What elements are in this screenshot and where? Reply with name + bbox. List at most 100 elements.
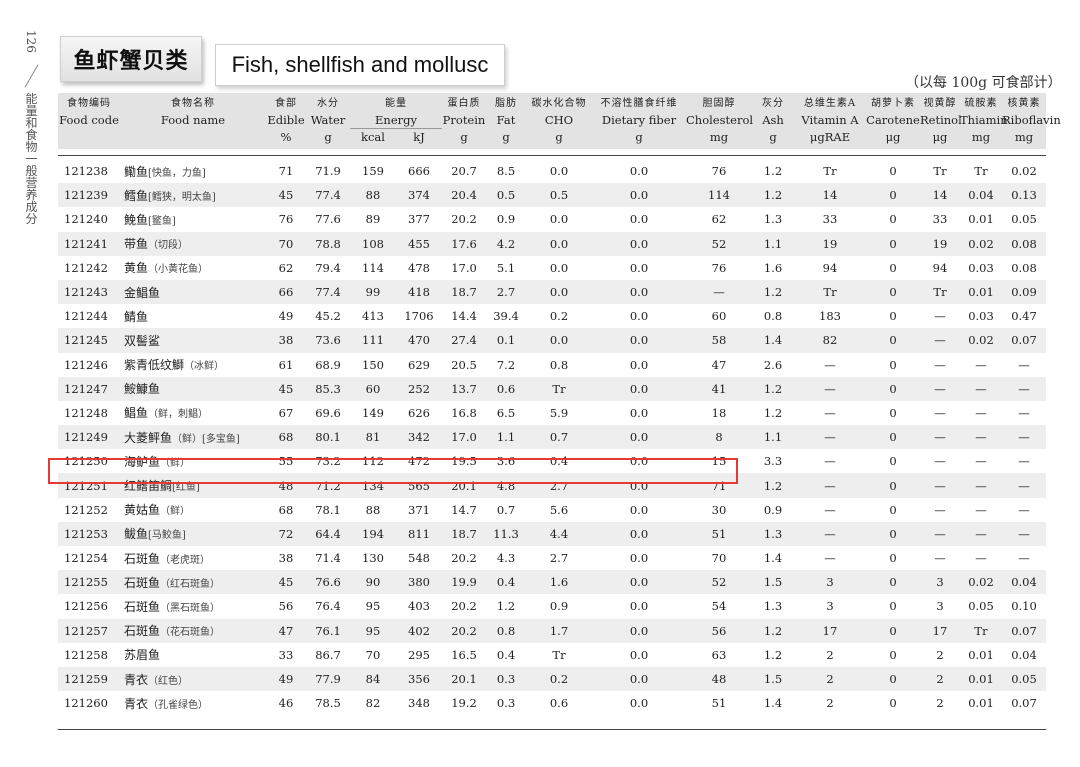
food-name-alias: （花石斑鱼） [160, 627, 221, 639]
cell-fat: 0.1 [486, 328, 526, 353]
th-cn-retinol: 视黄醇 [920, 93, 960, 112]
food-name-alias: （老虎斑） [160, 554, 211, 566]
cell-retinol: — [934, 405, 946, 420]
cell-water: 78.8 [306, 231, 350, 256]
food-name-text: 黄鱼 [124, 261, 149, 276]
cell-fiber: 0.0 [592, 425, 686, 450]
cell-kj: 380 [396, 570, 442, 595]
food-name-text: 双髻鲨 [124, 333, 161, 348]
cell-fat: 4.2 [486, 231, 526, 256]
cell-edible: 61 [278, 357, 294, 372]
cell-protein: 19.2 [451, 696, 477, 711]
cell-vitamin-a: 3 [794, 570, 866, 595]
th-cn-thiamin: 硫胺素 [960, 93, 1002, 112]
cell-food-code: 121257 [58, 618, 120, 643]
cell-edible: 45 [266, 376, 306, 401]
cell-carotene: 0 [889, 405, 897, 420]
cell-kj: 402 [396, 618, 442, 643]
cell-cholesterol: 76 [711, 260, 727, 275]
cell-cho: 2.7 [549, 551, 569, 566]
bottom-rule [58, 729, 1046, 730]
cell-riboflavin: — [1002, 376, 1046, 401]
cell-kj: 455 [396, 231, 442, 256]
cell-edible: 72 [266, 521, 306, 546]
food-name-alias: （黑石斑鱼） [160, 602, 221, 614]
cell-kcal: 60 [350, 376, 396, 401]
cell-fat: 0.4 [496, 647, 516, 662]
cell-retinol: — [920, 328, 960, 353]
th-en-edible: Edible [266, 112, 306, 129]
cell-food-code: 121243 [58, 279, 120, 305]
cell-vitamin-a: — [794, 473, 866, 498]
th-cn-edible: 食部 [266, 93, 306, 112]
cell-kcal: 112 [362, 454, 384, 469]
cell-vitamin-a: 33 [822, 212, 838, 227]
cell-cho: 0.7 [526, 425, 592, 450]
cell-thiamin: 0.01 [960, 279, 1002, 305]
cell-cho: 5.9 [549, 405, 569, 420]
cell-riboflavin: — [1018, 551, 1030, 566]
table-row: 121241 带鱼（切段） 70 78.8 108 455 17.6 4.2 0.0 0.0 52 1… [58, 231, 1046, 256]
cell-fiber: 0.0 [629, 405, 649, 420]
cell-vitamin-a: 2 [826, 647, 834, 662]
cell-edible: 38 [278, 551, 294, 566]
cell-food-code: 121256 [64, 599, 108, 614]
th-en-ash: Ash [752, 112, 794, 129]
th-cn-riboflavin: 核黄素 [1002, 93, 1046, 112]
cell-kcal: 134 [350, 473, 396, 498]
cell-thiamin: — [960, 376, 1002, 401]
cell-riboflavin: 0.05 [1011, 212, 1037, 227]
cell-water: 71.4 [315, 551, 341, 566]
cell-thiamin: — [975, 357, 987, 372]
th-unit-fat: g [486, 128, 526, 149]
cell-riboflavin: — [1002, 521, 1046, 546]
cell-thiamin: — [975, 454, 987, 469]
cell-food-name: 鮟鱇鱼 [120, 376, 266, 401]
table-row: 121256 石斑鱼（黑石斑鱼） 56 76.4 95 403 20.2 1.2 0.9 0.0 5… [58, 594, 1046, 618]
cell-fat: 4.8 [486, 473, 526, 498]
cell-cho: 0.4 [549, 454, 569, 469]
cell-carotene: 0 [889, 696, 897, 711]
food-name-text: 海鲈鱼 [124, 454, 161, 469]
cell-fat: 39.4 [493, 309, 519, 324]
food-name-text: 石斑鱼 [124, 551, 161, 566]
food-name-alias: （鲜） [160, 457, 191, 469]
cell-riboflavin: 0.07 [1002, 618, 1046, 643]
th-cn-protein: 蛋白质 [442, 93, 486, 112]
cell-fiber: 0.0 [629, 454, 649, 469]
th-unit-kcal: kcal [350, 128, 396, 149]
food-name-alias: （红石斑鱼） [160, 578, 221, 590]
cell-food-name: 紫青低纹鰤（冰鲜） [120, 353, 266, 377]
th-unit-code [58, 128, 120, 149]
header-rule [58, 155, 1046, 156]
food-name-text: 鲳鱼 [124, 406, 149, 421]
food-name-alias: [快鱼，力鱼] [148, 167, 206, 179]
food-name-text: 鳕鱼 [124, 188, 149, 203]
food-name-text: 大菱鲆鱼 [124, 430, 173, 445]
th-en-riboflavin: Riboflavin [1002, 112, 1061, 129]
cell-food-code: 121254 [64, 551, 108, 566]
cell-cholesterol: 60 [711, 309, 727, 324]
cell-food-code: 121239 [58, 183, 120, 208]
cell-kcal: 108 [350, 231, 396, 256]
th-unit-riboflavin: mg [1002, 128, 1046, 149]
cell-fat: 0.7 [496, 502, 516, 517]
th-cn-energy: 能量 [350, 93, 442, 112]
cell-water: 79.4 [315, 260, 341, 275]
cell-protein: 20.2 [451, 212, 477, 227]
cell-ash: 2.6 [763, 357, 783, 372]
cell-retinol: 2 [936, 696, 944, 711]
cell-food-name: 大菱鲆鱼（鲜）[多宝鱼] [120, 425, 266, 450]
cell-edible: 68 [266, 425, 306, 450]
cell-food-name: 红鳍笛鲷[红鱼] [120, 473, 266, 498]
food-name-text: 苏眉鱼 [124, 648, 161, 663]
table-row: 121252 黄姑鱼（鲜） 68 78.1 88 371 14.7 0.7 5.6 0.0 30 0.… [58, 498, 1046, 522]
cell-kcal: 194 [350, 521, 396, 546]
cell-food-code: 121248 [64, 405, 108, 420]
cell-food-code: 121260 [64, 696, 108, 711]
cell-thiamin: — [975, 405, 987, 420]
th-unit-cho: g [526, 128, 592, 149]
cell-protein: 20.2 [451, 551, 477, 566]
cell-protein: 17.0 [451, 260, 477, 275]
table-row: 121258 苏眉鱼 33 86.7 70 295 16.5 0.4 Tr 0.0 63 1.2 2 0 2… [58, 643, 1046, 667]
